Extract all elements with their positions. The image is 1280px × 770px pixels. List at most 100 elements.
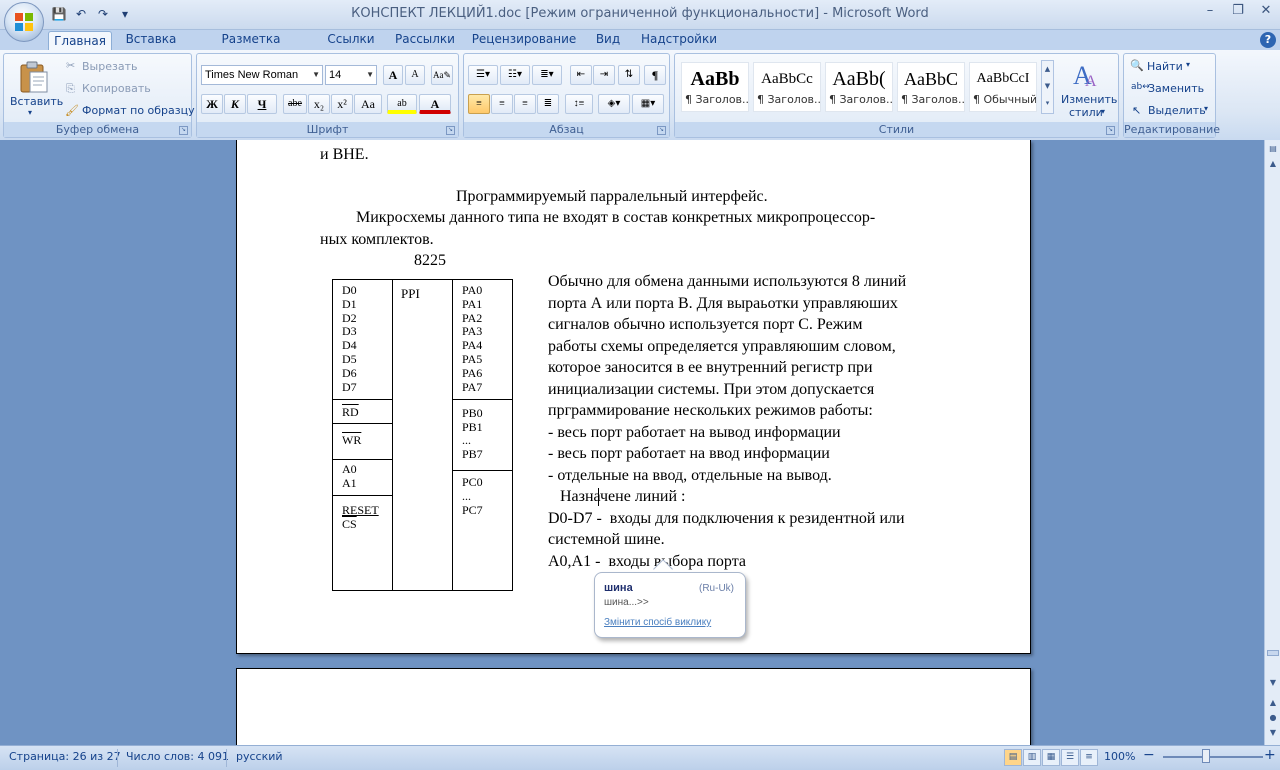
- previous-page-icon[interactable]: ▲: [1266, 696, 1280, 710]
- print-layout-view-icon[interactable]: ▤: [1004, 749, 1022, 766]
- change-styles-label-1[interactable]: Изменить: [1061, 93, 1117, 106]
- minimize-button[interactable]: –: [1196, 0, 1224, 24]
- copy-button[interactable]: Копировать: [82, 82, 151, 95]
- borders-icon[interactable]: ▦▾: [632, 94, 664, 114]
- full-screen-reading-icon[interactable]: ▥: [1023, 749, 1041, 766]
- help-icon[interactable]: ?: [1260, 32, 1276, 48]
- multilevel-list-icon[interactable]: ≣▾: [532, 65, 562, 85]
- styles-launcher-icon[interactable]: ↘: [1106, 126, 1115, 135]
- find-button[interactable]: Найти: [1147, 60, 1183, 73]
- font-launcher-icon[interactable]: ↘: [446, 126, 455, 135]
- tab-references[interactable]: Ссылки: [322, 30, 380, 50]
- font-name-combo[interactable]: Times New Roman ▼: [201, 65, 323, 85]
- tab-page-layout[interactable]: Разметка страницы: [190, 30, 312, 65]
- customize-qat-icon[interactable]: ▾: [116, 6, 134, 22]
- chevron-down-icon[interactable]: ▼: [312, 66, 320, 84]
- outline-view-icon[interactable]: ☰: [1061, 749, 1079, 766]
- next-page-icon[interactable]: ▼: [1266, 726, 1280, 740]
- grow-font-button[interactable]: A: [383, 65, 403, 85]
- format-painter-button[interactable]: Формат по образцу: [82, 104, 195, 117]
- scroll-down-icon[interactable]: ▼: [1266, 676, 1280, 690]
- tab-addins[interactable]: Надстройки: [636, 30, 722, 50]
- chevron-down-icon[interactable]: ▾: [1101, 107, 1105, 116]
- paste-button[interactable]: Вставить: [10, 95, 63, 108]
- zoom-slider-thumb[interactable]: [1202, 749, 1210, 763]
- change-styles-label-2[interactable]: стили: [1069, 106, 1103, 119]
- browse-object-icon[interactable]: ●: [1266, 711, 1280, 725]
- strikethrough-button[interactable]: abe: [283, 94, 307, 114]
- style-heading-2[interactable]: AaBbCc ¶ Заголов...: [753, 62, 821, 112]
- replace-button[interactable]: Заменить: [1148, 82, 1204, 95]
- bullets-icon[interactable]: ☰▾: [468, 65, 498, 85]
- scroll-up-icon[interactable]: ▲: [1266, 157, 1280, 171]
- style-heading-3[interactable]: AaBb( ¶ Заголов...: [825, 62, 893, 112]
- ruler-toggle-icon[interactable]: ▤: [1266, 142, 1280, 156]
- draft-view-icon[interactable]: ≡: [1080, 749, 1098, 766]
- style-name: ¶ Заголов...: [901, 93, 964, 106]
- popup-translation[interactable]: шина...>>: [604, 597, 649, 608]
- style-normal[interactable]: AaBbCcI ¶ Обычный: [969, 62, 1037, 112]
- translation-popup[interactable]: шина (Ru-Uk) шина...>> Змінити спосіб ви…: [594, 572, 746, 638]
- zoom-slider-track[interactable]: [1163, 756, 1263, 758]
- tab-view[interactable]: Вид: [588, 30, 628, 50]
- font-color-button[interactable]: A: [419, 94, 451, 114]
- chevron-down-icon[interactable]: ▾: [1186, 60, 1190, 69]
- shrink-font-button[interactable]: A: [405, 65, 425, 85]
- underline-button[interactable]: Ч: [247, 94, 277, 114]
- tab-insert[interactable]: Вставка: [120, 30, 182, 50]
- numbering-icon[interactable]: ☷▾: [500, 65, 530, 85]
- popup-settings-link[interactable]: Змінити спосіб виклику: [604, 617, 711, 628]
- office-button[interactable]: [4, 2, 44, 42]
- page-counter[interactable]: Страница: 26 из 27: [9, 750, 121, 763]
- align-right-icon[interactable]: ≡: [514, 94, 536, 114]
- paragraph-launcher-icon[interactable]: ↘: [657, 126, 666, 135]
- zoom-out-icon[interactable]: −: [1143, 747, 1155, 763]
- align-center-icon[interactable]: ≡: [491, 94, 513, 114]
- style-heading-4[interactable]: AaBbC ¶ Заголов...: [897, 62, 965, 112]
- pin-label: PB7: [462, 447, 483, 461]
- cut-button[interactable]: Вырезать: [82, 60, 137, 73]
- tab-home[interactable]: Главная: [48, 31, 112, 51]
- sort-icon[interactable]: ⇅: [618, 65, 640, 85]
- tab-mailings[interactable]: Рассылки: [390, 30, 460, 50]
- paste-dropdown-icon[interactable]: ▾: [28, 108, 32, 117]
- word-count[interactable]: Число слов: 4 091: [126, 750, 229, 763]
- select-button[interactable]: Выделить: [1148, 104, 1206, 117]
- scroll-thumb[interactable]: [1267, 650, 1279, 656]
- close-button[interactable]: ✕: [1252, 0, 1280, 24]
- save-icon[interactable]: 💾: [50, 6, 68, 22]
- styles-scroll[interactable]: ▲ ▼ ▾: [1041, 60, 1054, 114]
- change-styles-icon[interactable]: A A: [1071, 60, 1101, 90]
- language-indicator[interactable]: русский: [236, 750, 283, 763]
- clipboard-launcher-icon[interactable]: ↘: [179, 126, 188, 135]
- shading-icon[interactable]: ◈▾: [598, 94, 630, 114]
- tab-review[interactable]: Рецензирование: [468, 30, 580, 50]
- italic-button[interactable]: К: [224, 94, 246, 114]
- paste-icon[interactable]: [18, 60, 50, 94]
- highlight-button[interactable]: ab: [387, 94, 417, 114]
- line-spacing-icon[interactable]: ↕≡: [565, 94, 593, 114]
- decrease-indent-icon[interactable]: ⇤: [570, 65, 592, 85]
- zoom-in-icon[interactable]: +: [1264, 747, 1276, 763]
- undo-icon[interactable]: ↶: [72, 6, 90, 22]
- font-size-combo[interactable]: 14 ▼: [325, 65, 377, 85]
- restore-button[interactable]: ❐: [1224, 0, 1252, 24]
- superscript-button[interactable]: x²: [331, 94, 353, 114]
- pin-label: D7: [342, 379, 357, 394]
- change-case-button[interactable]: Aa: [354, 94, 382, 114]
- subscript-button[interactable]: x₂: [308, 94, 330, 114]
- chevron-down-icon[interactable]: ▼: [366, 66, 374, 84]
- zoom-level[interactable]: 100%: [1104, 750, 1135, 763]
- align-left-icon[interactable]: ≡: [468, 94, 490, 114]
- vertical-scrollbar[interactable]: ▤ ▲ ▼ ▲ ● ▼: [1264, 140, 1280, 745]
- clear-formatting-icon[interactable]: Aa✎: [431, 65, 453, 85]
- web-layout-icon[interactable]: ▦: [1042, 749, 1060, 766]
- style-heading-1[interactable]: AaBb ¶ Заголов...: [681, 62, 749, 112]
- bold-button[interactable]: Ж: [201, 94, 223, 114]
- justify-icon[interactable]: ≣: [537, 94, 559, 114]
- increase-indent-icon[interactable]: ⇥: [593, 65, 615, 85]
- document-page-next[interactable]: [236, 668, 1031, 745]
- redo-icon[interactable]: ↷: [94, 6, 112, 22]
- show-marks-icon[interactable]: ¶: [644, 65, 666, 85]
- chevron-down-icon[interactable]: ▾: [1204, 104, 1208, 113]
